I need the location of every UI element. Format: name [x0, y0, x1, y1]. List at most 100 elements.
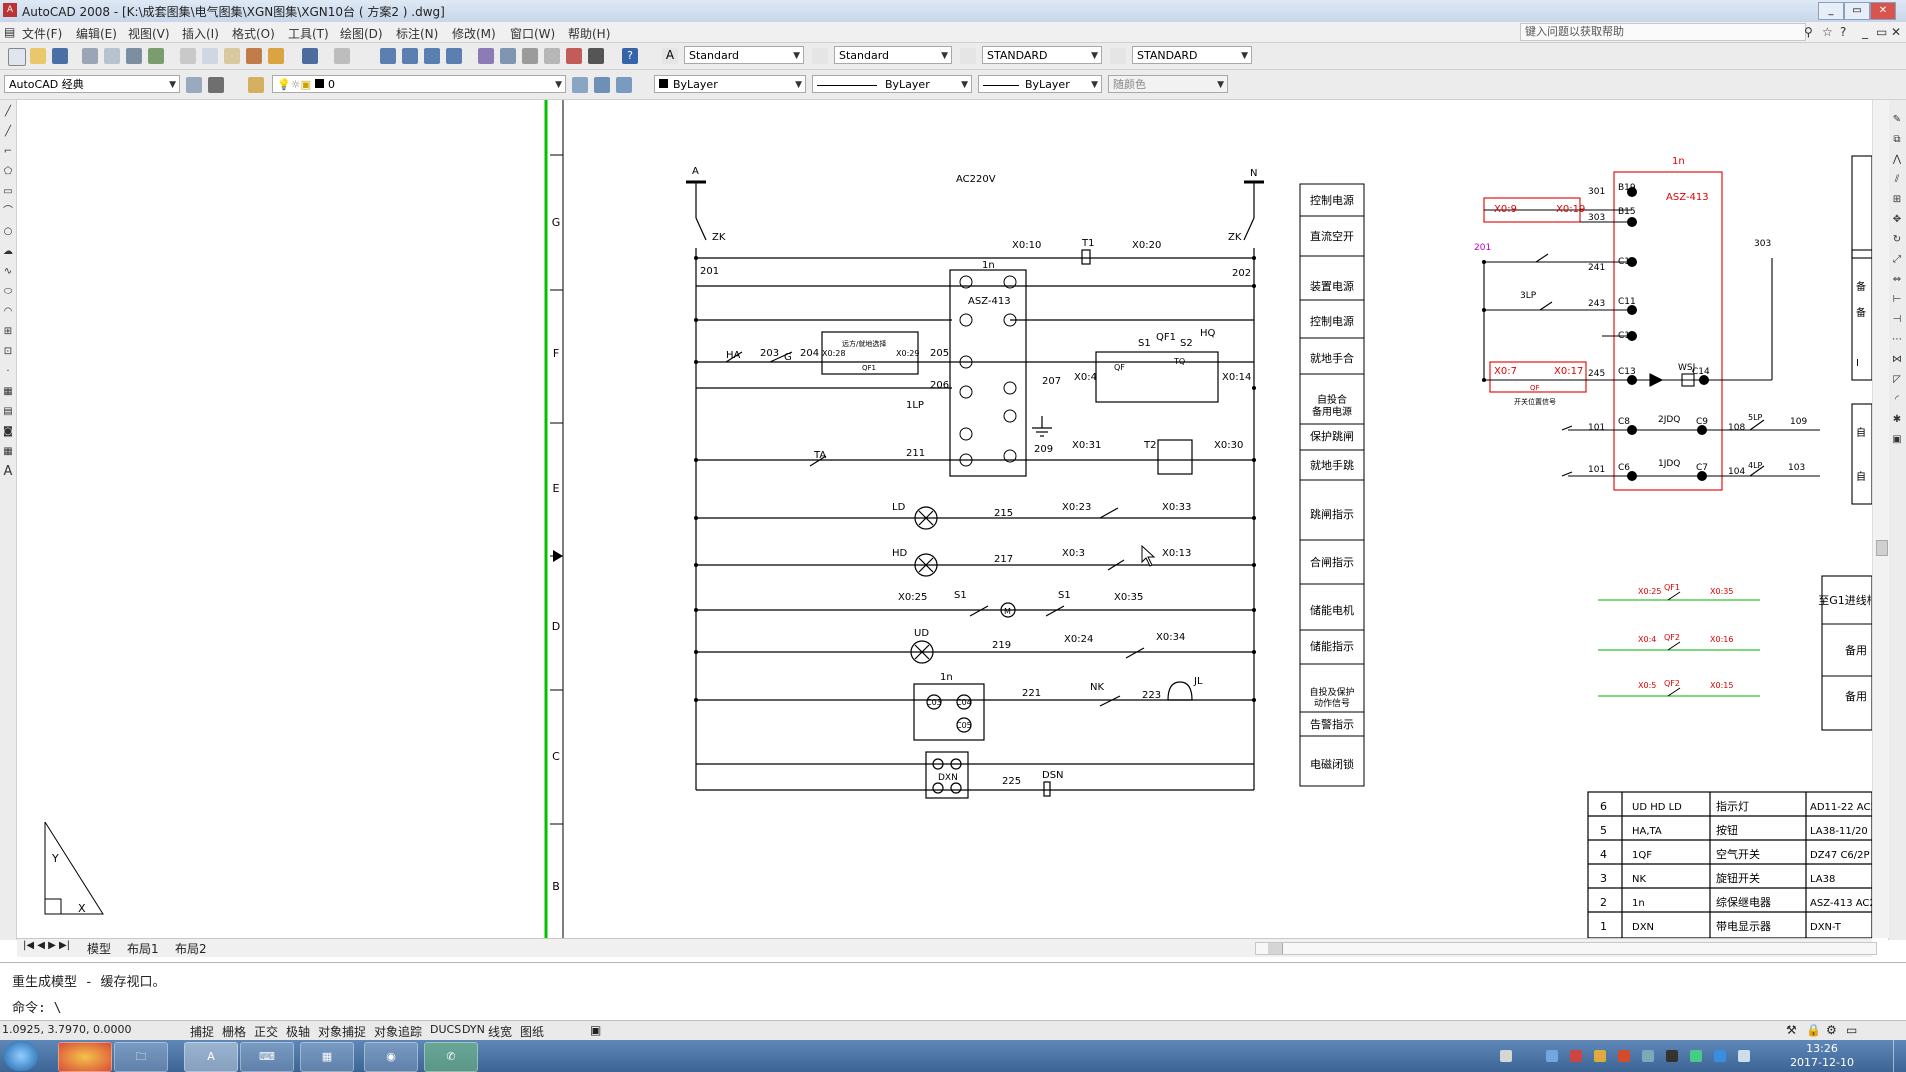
vertical-scrollbar[interactable] — [1872, 100, 1889, 938]
taskbar-browser-icon[interactable] — [58, 1042, 112, 1072]
start-button[interactable] — [4, 1041, 38, 1071]
tab-model[interactable]: 模型 — [87, 940, 111, 957]
calculator-icon[interactable] — [588, 48, 604, 64]
text-style-select[interactable]: Standard ▼ — [684, 46, 804, 64]
table-icon[interactable]: ▦ — [2, 446, 14, 458]
tray-network-icon[interactable] — [1546, 1050, 1558, 1062]
copy-icon[interactable] — [202, 48, 218, 64]
menu-help[interactable]: 帮助(H) — [568, 25, 610, 42]
taskbar-clock[interactable]: 13:26 2017-12-10 — [1790, 1042, 1854, 1070]
table-style-select[interactable]: STANDARD ▼ — [982, 46, 1102, 64]
scroll-thumb[interactable] — [1876, 540, 1888, 556]
make-block-icon[interactable]: ⊡ — [2, 346, 14, 358]
polyline-icon[interactable]: ⌐ — [2, 146, 14, 158]
table-style-icon[interactable] — [960, 48, 976, 64]
menu-modify[interactable]: 修改(M) — [452, 25, 496, 42]
snap-toggle[interactable]: 捕捉 — [190, 1023, 214, 1040]
tray-keyboard-icon[interactable] — [1500, 1050, 1512, 1062]
move-icon[interactable]: ✥ — [1891, 214, 1903, 226]
revision-cloud-icon[interactable]: ☁ — [2, 246, 14, 258]
new-file-icon[interactable] — [8, 48, 26, 66]
pan-icon[interactable] — [380, 48, 396, 64]
properties-icon[interactable] — [478, 48, 494, 64]
layer-state-icon[interactable] — [616, 77, 632, 93]
redo-icon[interactable] — [334, 48, 350, 64]
extend-icon[interactable]: ⊣ — [1891, 314, 1903, 326]
command-prompt[interactable]: 命令: \ — [12, 997, 61, 1016]
drawing-canvas[interactable]: G F E D C B Y X A N AC220V ZK ZK 201 202… — [17, 100, 1883, 939]
dim-style-select[interactable]: Standard ▼ — [834, 46, 952, 64]
doc-close-button[interactable]: ✕ — [1891, 25, 1901, 39]
tray-app-icon[interactable] — [1594, 1050, 1606, 1062]
join-icon[interactable]: ⋈ — [1891, 354, 1903, 366]
lineweight-select[interactable]: ByLayer ▼ — [978, 75, 1102, 93]
design-center-icon[interactable] — [500, 48, 516, 64]
region-icon[interactable]: ◙ — [2, 426, 14, 438]
block-editor-icon[interactable] — [268, 48, 284, 64]
workspace-select[interactable]: AutoCAD 经典 ▼ — [4, 75, 180, 93]
autocad-icon[interactable]: A — [3, 3, 17, 17]
polar-toggle[interactable]: 极轴 — [286, 1023, 310, 1040]
tray-shield-icon[interactable] — [1690, 1050, 1702, 1062]
grid-toggle[interactable]: 栅格 — [222, 1023, 246, 1040]
taskbar-explorer-icon[interactable]: 🗀 — [114, 1042, 168, 1072]
gradient-icon[interactable]: ▤ — [2, 406, 14, 418]
save-icon[interactable] — [52, 48, 68, 64]
taskbar-app-icon[interactable]: ⌨ — [240, 1042, 294, 1072]
circle-icon[interactable]: ○ — [2, 226, 14, 238]
stretch-icon[interactable]: ⇔ — [1891, 274, 1903, 286]
color-select[interactable]: ByLayer ▼ — [654, 75, 806, 93]
zoom-window-icon[interactable] — [424, 48, 440, 64]
menu-insert[interactable]: 插入(I) — [182, 25, 219, 42]
fillet-icon[interactable]: ◜ — [1891, 394, 1903, 406]
ellipse-arc-icon[interactable]: ◠ — [2, 306, 14, 318]
publish-icon[interactable] — [126, 48, 142, 64]
workspace-settings-icon[interactable] — [186, 77, 202, 93]
taskbar-media-icon[interactable]: ◉ — [364, 1042, 418, 1072]
tray-settings-icon[interactable]: ⚙ — [1826, 1023, 1837, 1037]
line-icon[interactable]: ╱ — [2, 106, 14, 118]
tray-app-icon[interactable] — [1714, 1050, 1726, 1062]
tray-app-icon[interactable] — [1618, 1050, 1630, 1062]
doc-restore-button[interactable]: ▭ — [1876, 25, 1887, 39]
menu-app-icon[interactable]: ▤ — [4, 25, 15, 39]
rotate-icon[interactable]: ↻ — [1891, 234, 1903, 246]
menu-edit[interactable]: 编辑(E) — [76, 25, 117, 42]
taskbar-calculator-icon[interactable]: ▦ — [300, 1042, 354, 1072]
model-space-icon[interactable]: ▣ — [590, 1023, 601, 1037]
tab-layout1[interactable]: 布局1 — [127, 940, 159, 957]
layer-previous-icon[interactable] — [594, 77, 610, 93]
arc-icon[interactable]: ⌒ — [2, 206, 14, 218]
doc-minimize-button[interactable]: _ — [1862, 25, 1868, 39]
menu-view[interactable]: 视图(V) — [128, 25, 170, 42]
linetype-select[interactable]: ByLayer ▼ — [812, 75, 972, 93]
clean-screen-icon[interactable]: ▭ — [1846, 1023, 1857, 1037]
show-desktop-button[interactable] — [1893, 1040, 1906, 1072]
cut-icon[interactable] — [180, 48, 196, 64]
menu-window[interactable]: 窗口(W) — [510, 25, 555, 42]
spline-icon[interactable]: ∿ — [2, 266, 14, 278]
print-preview-icon[interactable] — [104, 48, 120, 64]
scale-icon[interactable]: ⤢ — [1891, 254, 1903, 266]
chamfer-icon[interactable]: ◸ — [1891, 374, 1903, 386]
mirror-icon[interactable]: ⋀ — [1891, 154, 1903, 166]
point-icon[interactable]: · — [2, 366, 14, 378]
command-window[interactable]: 重生成模型 - 缓存视口。 命令: \ — [0, 962, 1906, 1021]
plotstyle-select[interactable]: 随颜色 ▼ — [1108, 75, 1228, 93]
mtext-icon[interactable]: A — [2, 465, 14, 478]
annotation-scale-icon[interactable]: ⚒ — [1786, 1023, 1797, 1037]
3d-dwf-icon[interactable] — [148, 48, 164, 64]
undo-icon[interactable] — [302, 48, 318, 64]
close-button[interactable]: ✕ — [1870, 2, 1896, 20]
horizontal-scrollbar[interactable] — [1255, 942, 1877, 955]
text-style-icon[interactable]: A — [662, 48, 678, 64]
osnap-toggle[interactable]: 对象捕捉 — [318, 1023, 366, 1040]
layer-manager-icon[interactable] — [248, 77, 264, 93]
tab-nav-arrows[interactable]: |◀ ◀ ▶ ▶| — [23, 940, 70, 951]
make-current-layer-icon[interactable] — [572, 77, 588, 93]
taskbar-autocad-icon[interactable]: A — [184, 1042, 238, 1072]
help-icon[interactable]: ? — [1840, 25, 1846, 39]
print-icon[interactable] — [82, 48, 98, 64]
menu-file[interactable]: 文件(F) — [22, 25, 62, 42]
workspace-save-icon[interactable] — [208, 77, 224, 93]
